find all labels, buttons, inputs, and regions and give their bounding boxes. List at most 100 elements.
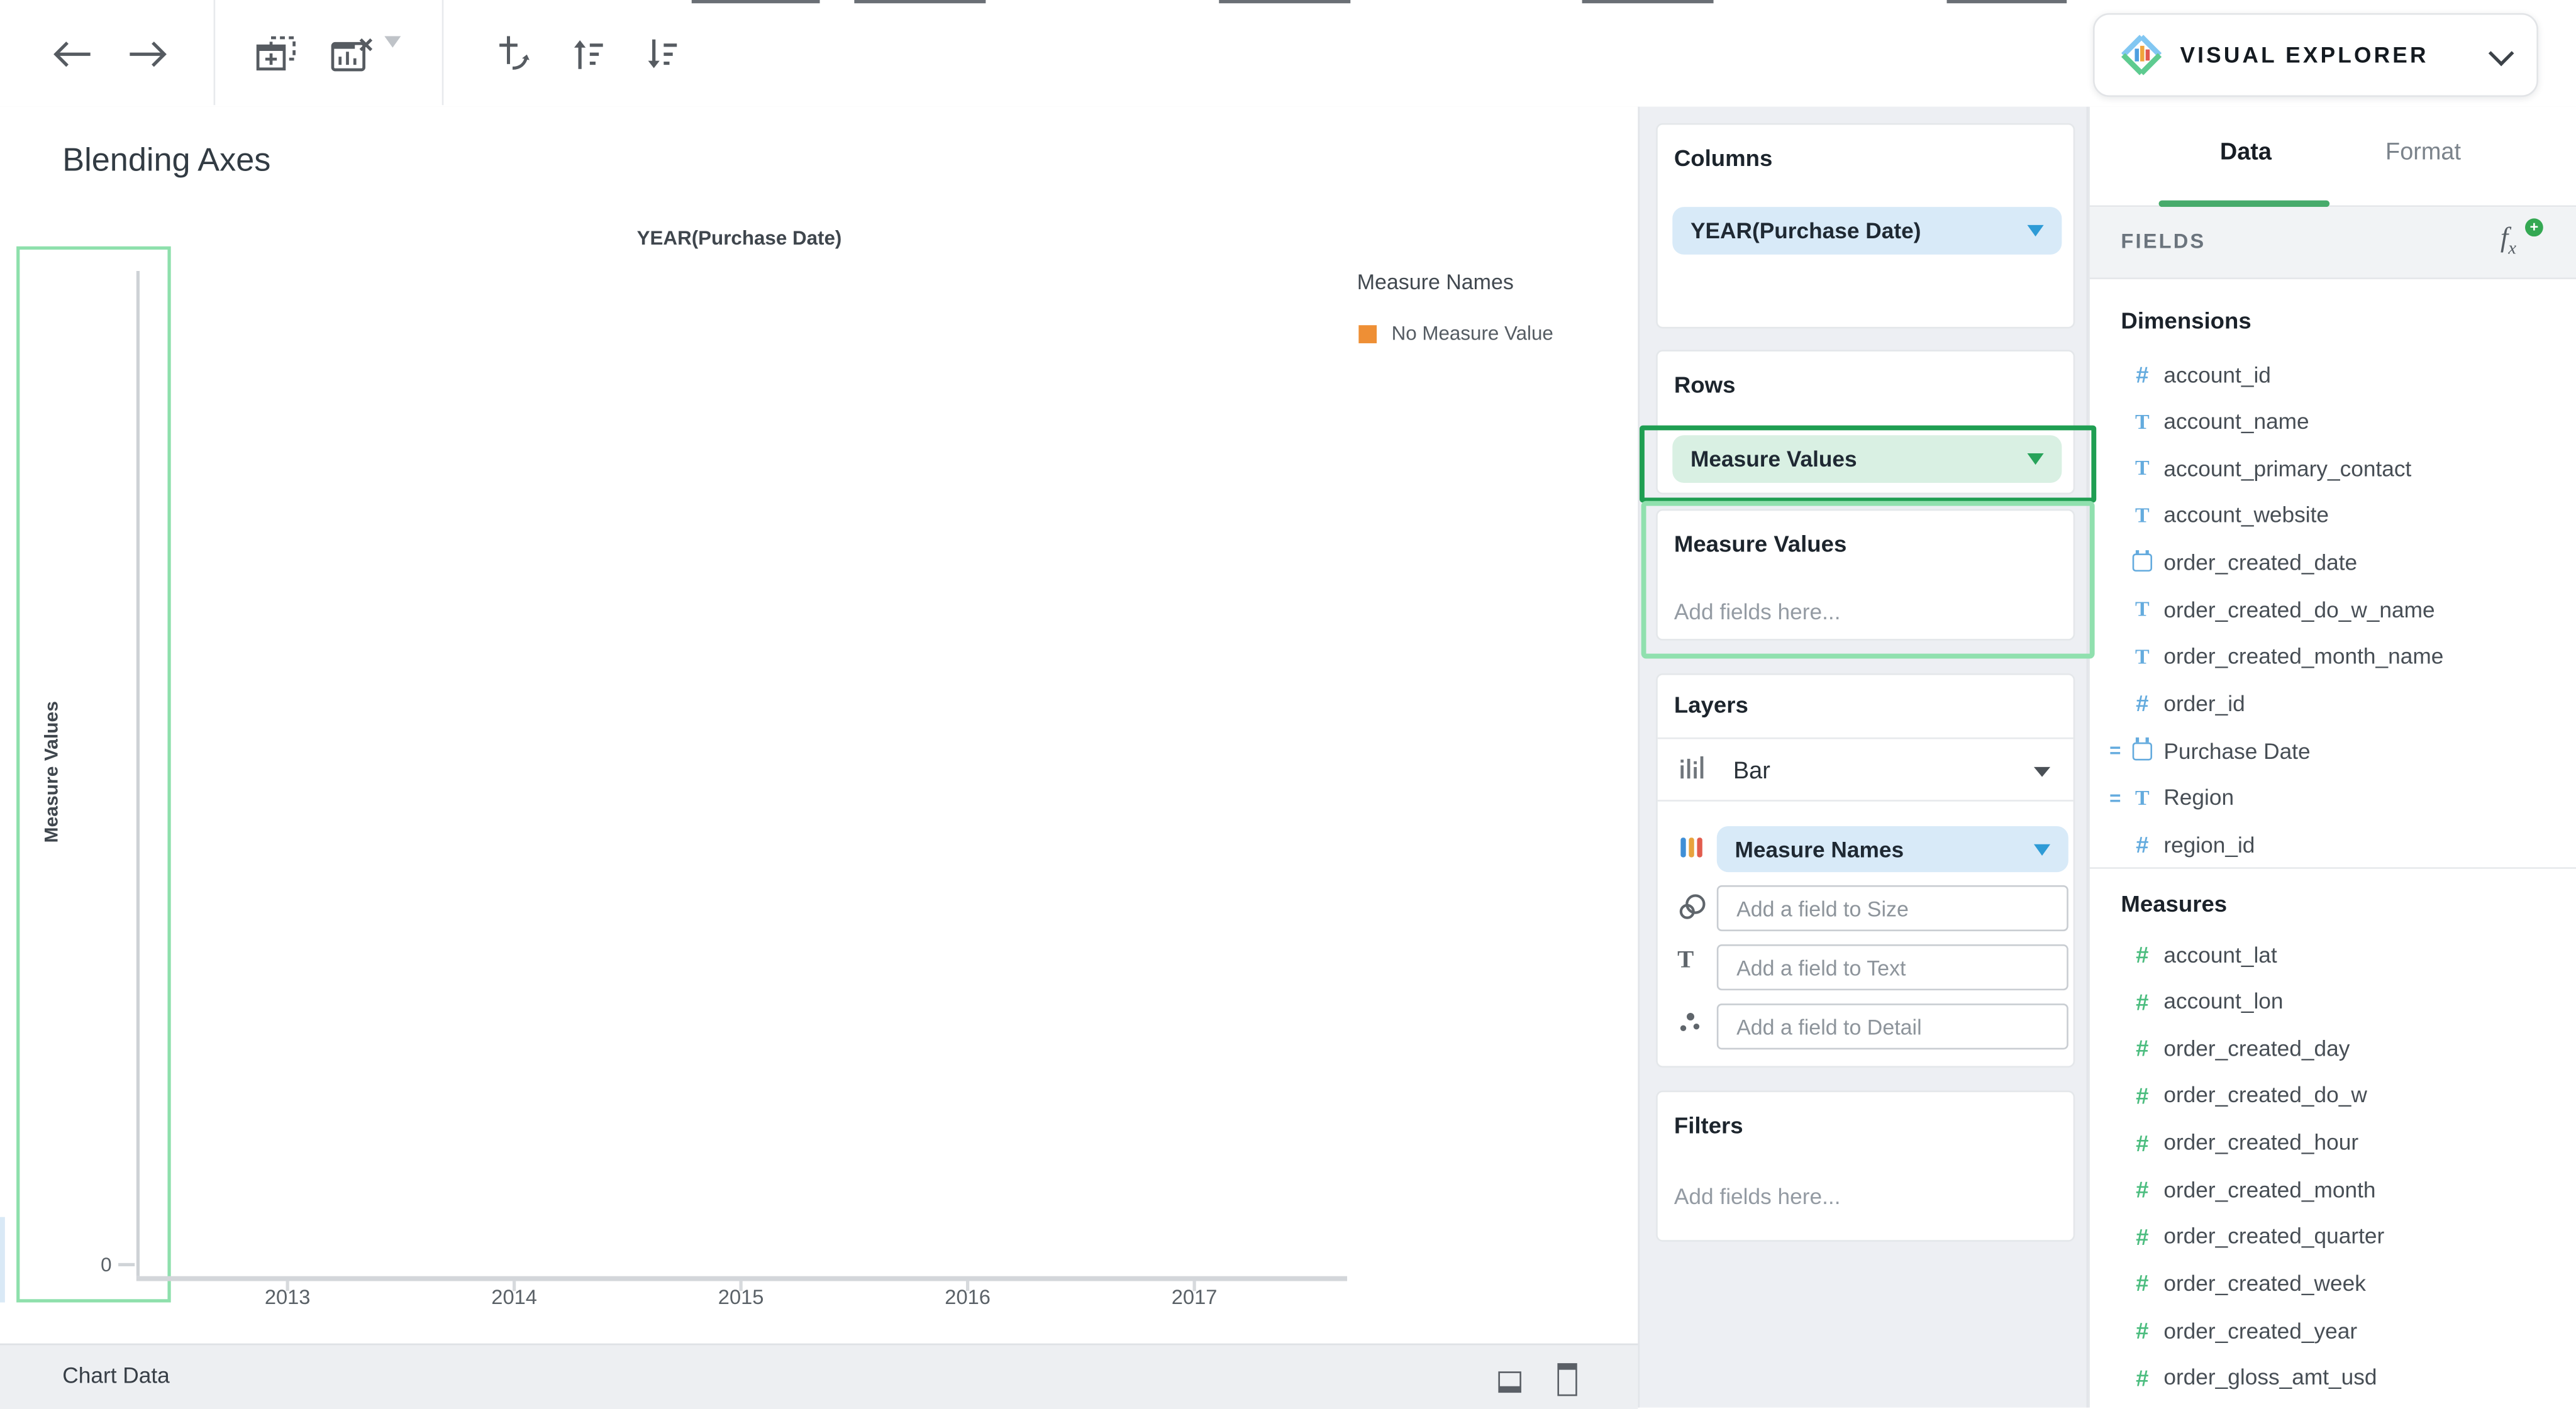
chart-title: Blending Axes xyxy=(62,143,270,180)
detail-field-input[interactable] xyxy=(1717,1003,2068,1049)
app-switcher-button[interactable]: VISUAL EXPLORER xyxy=(2093,13,2538,97)
collapse-panel-icon[interactable] xyxy=(1498,1371,1521,1393)
field-item[interactable]: =#order_created_week xyxy=(2109,1261,2566,1307)
field-item[interactable]: =#account_lon xyxy=(2109,978,2566,1024)
color-icon xyxy=(1677,832,1707,862)
field-item[interactable]: =Purchase Date xyxy=(2109,728,2566,774)
field-label: order_created_date xyxy=(2163,550,2357,575)
field-item[interactable]: =#order_created_year xyxy=(2109,1308,2566,1354)
number-field-icon: # xyxy=(2129,362,2155,388)
field-item[interactable]: =#order_created_quarter xyxy=(2109,1213,2566,1259)
size-field-input[interactable] xyxy=(1717,885,2068,931)
chevron-down-icon xyxy=(2489,41,2514,67)
add-calculated-field-button[interactable]: fx + xyxy=(2501,222,2543,262)
field-item[interactable]: =#region_id xyxy=(2109,822,2566,868)
tab-format[interactable]: Format xyxy=(2366,140,2481,166)
number-field-icon: # xyxy=(2129,1364,2155,1391)
sort-ascending-icon xyxy=(569,36,608,72)
number-field-icon: # xyxy=(2129,988,2155,1015)
top-edge-artifact xyxy=(692,0,820,3)
clear-chart-menu-button[interactable] xyxy=(384,48,401,77)
swap-axes-icon xyxy=(494,32,535,73)
color-pill[interactable]: Measure Names xyxy=(1717,826,2068,872)
x-axis-title: YEAR(Purchase Date) xyxy=(493,226,986,250)
divider xyxy=(1658,800,2074,802)
sort-descending-icon xyxy=(642,36,682,72)
tab-data[interactable]: Data xyxy=(2189,140,2304,166)
field-label: Region xyxy=(2163,785,2234,810)
field-item[interactable]: =#order_created_hour xyxy=(2109,1119,2566,1165)
top-edge-artifact xyxy=(1219,0,1350,3)
calculated-field-icon: = xyxy=(2109,787,2129,810)
y-axis-tick-label: 0 xyxy=(49,1253,111,1276)
x-axis-line xyxy=(136,1276,1347,1281)
field-label: account_lon xyxy=(2163,989,2283,1014)
pill-label: YEAR(Purchase Date) xyxy=(1690,218,1921,243)
field-item[interactable]: =Torder_created_do_w_name xyxy=(2109,587,2566,633)
field-item[interactable]: =Taccount_name xyxy=(2109,399,2566,445)
field-label: order_created_month_name xyxy=(2163,644,2443,669)
field-item[interactable]: =Torder_created_month_name xyxy=(2109,634,2566,680)
columns-shelf: Columns YEAR(Purchase Date) xyxy=(1656,123,2075,329)
visual-explorer-logo-icon xyxy=(2118,31,2165,79)
sort-ascending-button[interactable] xyxy=(560,26,616,82)
chart-data-bar[interactable]: Chart Data xyxy=(0,1344,1638,1409)
undo-button[interactable] xyxy=(45,26,101,82)
chevron-down-icon xyxy=(2028,453,2044,465)
number-field-icon: # xyxy=(2129,1224,2155,1250)
measure-values-title: Measure Values xyxy=(1674,531,1846,557)
expand-panel-icon[interactable] xyxy=(1557,1363,1577,1396)
field-label: Purchase Date xyxy=(2163,738,2310,763)
edge-artifact xyxy=(0,1217,5,1303)
field-item[interactable]: =order_created_date xyxy=(2109,539,2566,585)
field-item[interactable]: =#account_lat xyxy=(2109,931,2566,977)
field-item[interactable]: =#order_gloss_amt_usd xyxy=(2109,1354,2566,1400)
field-item[interactable]: =#order_created_do_w xyxy=(2109,1073,2566,1119)
columns-pill[interactable]: YEAR(Purchase Date) xyxy=(1672,207,2062,255)
layers-card: Layers Bar Measure Names xyxy=(1656,673,2075,1068)
clear-chart-button[interactable] xyxy=(324,26,380,82)
field-label: order_created_week xyxy=(2163,1271,2366,1296)
field-label: order_created_day xyxy=(2163,1036,2350,1061)
rows-pill[interactable]: Measure Values xyxy=(1672,435,2062,483)
duplicate-chart-button[interactable] xyxy=(248,26,304,82)
text-field-icon: T xyxy=(2129,502,2155,529)
duplicate-chart-icon xyxy=(254,34,299,75)
chevron-down-icon xyxy=(2028,225,2044,236)
redo-button[interactable] xyxy=(120,26,176,82)
filters-title: Filters xyxy=(1674,1112,1743,1138)
field-label: region_id xyxy=(2163,832,2255,857)
back-arrow-icon xyxy=(51,41,94,67)
text-field-icon: T xyxy=(2129,785,2155,811)
swap-axes-button[interactable] xyxy=(486,25,542,80)
text-icon: T xyxy=(1677,948,1694,975)
sort-descending-button[interactable] xyxy=(634,26,690,82)
legend-swatch xyxy=(1358,324,1377,343)
number-field-icon: # xyxy=(2129,1035,2155,1061)
plus-badge-icon: + xyxy=(2525,218,2543,236)
y-axis-title: Measure Values xyxy=(43,665,66,879)
field-label: order_created_hour xyxy=(2163,1130,2358,1154)
legend-item[interactable]: No Measure Value xyxy=(1358,322,1553,345)
app-title: VISUAL EXPLORER xyxy=(2180,43,2428,67)
columns-title: Columns xyxy=(1674,145,1772,171)
x-axis-tick-label: 2013 xyxy=(222,1286,353,1309)
layers-title: Layers xyxy=(1674,692,1748,718)
number-field-icon: # xyxy=(2129,1176,2155,1203)
field-item[interactable]: =T Region xyxy=(2109,775,2566,821)
field-item[interactable]: =Taccount_website xyxy=(2109,492,2566,538)
field-item[interactable]: =#order_created_day xyxy=(2109,1025,2566,1071)
divider xyxy=(1658,738,2074,739)
field-item[interactable]: =#order_id xyxy=(2109,681,2566,727)
field-item[interactable]: =#order_created_month xyxy=(2109,1166,2566,1212)
number-field-icon: # xyxy=(2129,832,2155,858)
field-item[interactable]: =Taccount_primary_contact xyxy=(2109,446,2566,492)
panel-tabs: Data Format xyxy=(2090,107,2576,207)
text-field-icon: T xyxy=(2129,597,2155,623)
filters-shelf[interactable]: Filters Add fields here... xyxy=(1656,1091,2075,1242)
text-field-input[interactable] xyxy=(1717,944,2068,990)
measure-values-shelf[interactable]: Measure Values Add fields here... xyxy=(1656,509,2075,641)
pill-label: Measure Values xyxy=(1690,447,1857,472)
field-item[interactable]: =#account_id xyxy=(2109,351,2566,397)
measure-values-placeholder: Add fields here... xyxy=(1674,599,1841,624)
